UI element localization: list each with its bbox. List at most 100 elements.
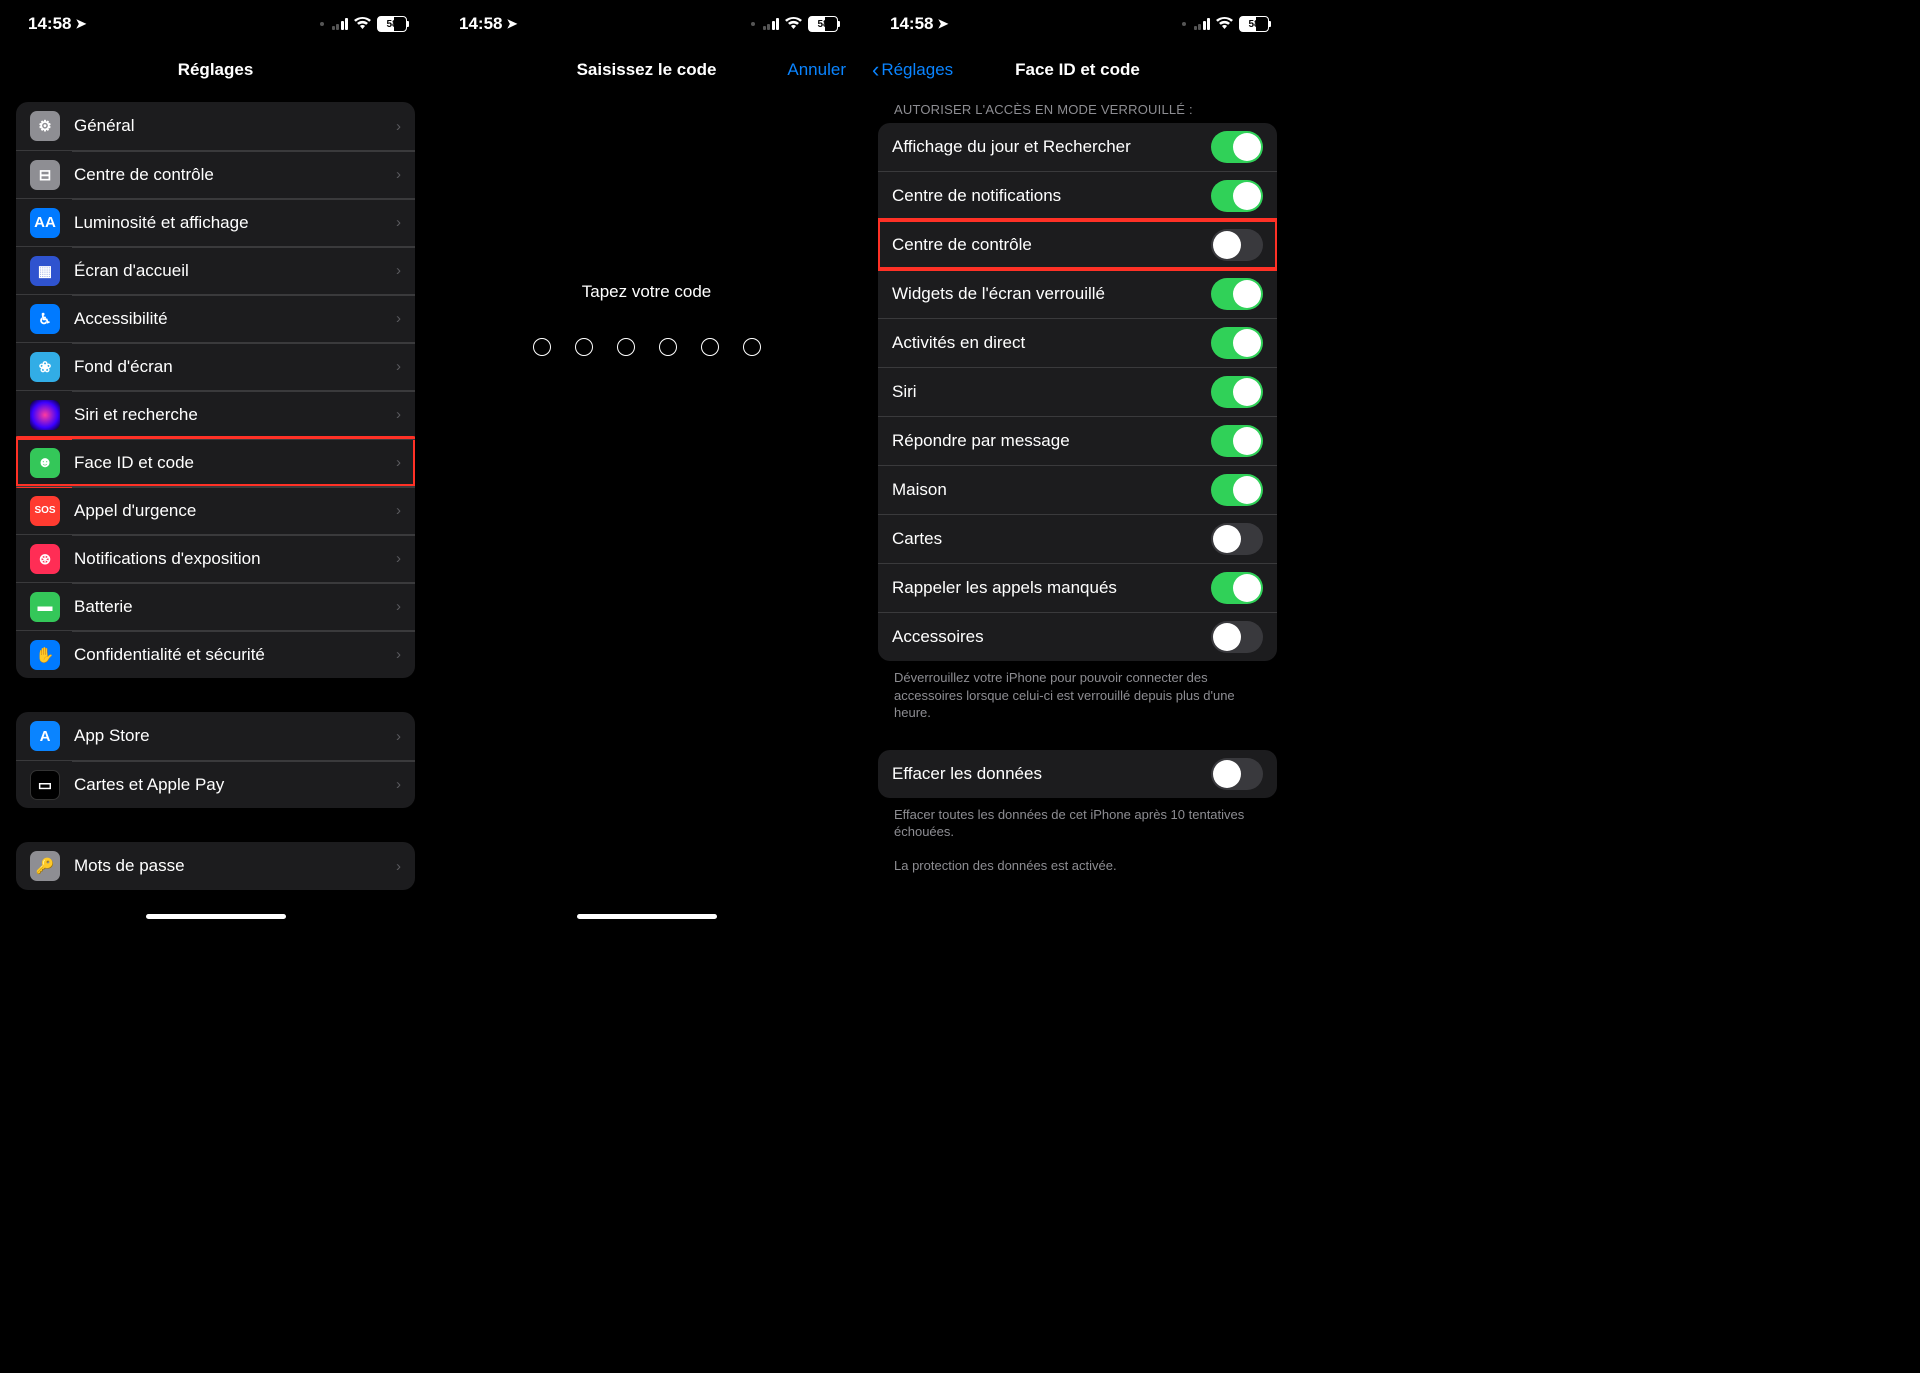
toggle-switch[interactable] [1211, 180, 1263, 212]
chevron-right-icon: › [396, 454, 401, 471]
settings-row-sos[interactable]: SOSAppel d'urgence› [16, 486, 415, 534]
wifi-icon [354, 16, 371, 32]
privacy-icon: ✋ [30, 640, 60, 670]
back-button[interactable]: ‹ Réglages [872, 57, 953, 83]
row-label: Général [74, 116, 396, 136]
battery-icon: 58 [1239, 16, 1269, 32]
toggle-row-missed[interactable]: Rappeler les appels manqués [878, 563, 1277, 612]
settings-row-exposure[interactable]: ⊛Notifications d'exposition› [16, 534, 415, 582]
toggle-row-wallet2[interactable]: Cartes [878, 514, 1277, 563]
settings-list: ⚙︎Général›⊟Centre de contrôle›AALuminosi… [0, 102, 431, 925]
toggle-row-reply[interactable]: Répondre par message [878, 416, 1277, 465]
toggle-switch[interactable] [1211, 523, 1263, 555]
toggle-switch[interactable] [1211, 278, 1263, 310]
toggle-switch[interactable] [1211, 229, 1263, 261]
passcode-dot [743, 338, 761, 356]
section-header-locked-access: AUTORISER L'ACCÈS EN MODE VERROUILLÉ : [878, 92, 1277, 123]
page-title: Réglages [178, 60, 254, 80]
chevron-right-icon: › [396, 776, 401, 793]
toggle-switch[interactable] [1211, 425, 1263, 457]
settings-row-passwords[interactable]: 🔑Mots de passe› [16, 842, 415, 890]
settings-row-display[interactable]: AALuminosité et affichage› [16, 198, 415, 246]
row-label: Siri et recherche [74, 405, 396, 425]
home-indicator[interactable] [146, 914, 286, 919]
exposure-icon: ⊛ [30, 544, 60, 574]
chevron-right-icon: › [396, 166, 401, 183]
toggle-switch[interactable] [1211, 758, 1263, 790]
row-label: Notifications d'exposition [74, 549, 396, 569]
row-label: Centre de contrôle [74, 165, 396, 185]
toggle-label: Widgets de l'écran verrouillé [892, 284, 1211, 304]
toggle-switch[interactable] [1211, 572, 1263, 604]
row-label: Appel d'urgence [74, 501, 396, 521]
screen-settings: 14:58 ➤ 58 Réglages ⚙︎Général›⊟Centre de… [0, 0, 431, 925]
chevron-right-icon: › [396, 728, 401, 745]
locked-access-group: Affichage du jour et RechercherCentre de… [878, 123, 1277, 661]
home-indicator[interactable] [577, 914, 717, 919]
toggle-switch[interactable] [1211, 376, 1263, 408]
wifi-icon [1216, 16, 1233, 32]
status-time: 14:58 [890, 14, 933, 34]
settings-row-wallpaper[interactable]: ❀Fond d'écran› [16, 342, 415, 390]
row-label: App Store [74, 726, 396, 746]
row-label: Luminosité et affichage [74, 213, 396, 233]
row-label: Face ID et code [74, 453, 396, 473]
screen-passcode: 14:58 ➤ 58 Saisissez le code Annuler Tap… [431, 0, 862, 925]
toggle-row-home[interactable]: Maison [878, 465, 1277, 514]
app-store-icon: A [30, 721, 60, 751]
toggle-row-live[interactable]: Activités en direct [878, 318, 1277, 367]
display-icon: AA [30, 208, 60, 238]
control-center-icon: ⊟ [30, 160, 60, 190]
toggle-erase-data[interactable]: Effacer les données [878, 750, 1277, 798]
general-icon: ⚙︎ [30, 111, 60, 141]
siri-icon [30, 400, 60, 430]
chevron-right-icon: › [396, 406, 401, 423]
toggle-row-acc[interactable]: Accessoires [878, 612, 1277, 661]
settings-row-privacy[interactable]: ✋Confidentialité et sécurité› [16, 630, 415, 678]
toggle-row-siri[interactable]: Siri [878, 367, 1277, 416]
settings-group: 🔑Mots de passe› [16, 842, 415, 890]
toggle-row-cc[interactable]: Centre de contrôle [878, 220, 1277, 269]
settings-row-home-screen[interactable]: ▦Écran d'accueil› [16, 246, 415, 294]
passcode-dots [533, 338, 761, 356]
chevron-right-icon: › [396, 598, 401, 615]
signal-bars-icon [332, 18, 349, 30]
settings-row-battery[interactable]: ▬Batterie› [16, 582, 415, 630]
settings-row-app-store[interactable]: A App Store› [16, 712, 415, 760]
settings-row-siri[interactable]: Siri et recherche› [16, 390, 415, 438]
signal-bars-icon [763, 18, 780, 30]
settings-group: ⚙︎Général›⊟Centre de contrôle›AALuminosi… [16, 102, 415, 678]
back-label: Réglages [881, 60, 953, 80]
row-label: Mots de passe [74, 856, 396, 876]
toggle-switch[interactable] [1211, 474, 1263, 506]
status-bar: 14:58 ➤ 58 [431, 0, 862, 48]
signal-dot-icon [751, 22, 755, 26]
passcode-dot [617, 338, 635, 356]
settings-row-control-center[interactable]: ⊟ Centre de contrôle› [16, 150, 415, 198]
toggle-label: Maison [892, 480, 1211, 500]
settings-row-accessibility[interactable]: ♿︎Accessibilité› [16, 294, 415, 342]
cancel-button[interactable]: Annuler [787, 60, 846, 80]
toggle-switch[interactable] [1211, 327, 1263, 359]
settings-group: AApp Store›▭Cartes et Apple Pay› [16, 712, 415, 808]
toggle-switch[interactable] [1211, 131, 1263, 163]
status-time: 14:58 [459, 14, 502, 34]
nav-bar: Saisissez le code Annuler [431, 48, 862, 92]
status-time: 14:58 [28, 14, 71, 34]
toggle-row-today[interactable]: Affichage du jour et Rechercher [878, 123, 1277, 171]
toggle-row-notif[interactable]: Centre de notifications [878, 171, 1277, 220]
location-icon: ➤ [937, 16, 948, 32]
settings-row-faceid[interactable]: ☻ Face ID et code› [16, 438, 415, 486]
toggle-label: Effacer les données [892, 764, 1211, 784]
toggle-row-widgets[interactable]: Widgets de l'écran verrouillé [878, 269, 1277, 318]
toggle-label: Accessoires [892, 627, 1211, 647]
chevron-right-icon: › [396, 858, 401, 875]
settings-row-wallet[interactable]: ▭Cartes et Apple Pay› [16, 760, 415, 808]
faceid-icon: ☻ [30, 448, 60, 478]
screen-faceid-code: 14:58 ➤ 58 ‹ Réglages Face ID et code AU… [862, 0, 1293, 925]
accessories-footer: Déverrouillez votre iPhone pour pouvoir … [878, 661, 1277, 722]
toggle-switch[interactable] [1211, 621, 1263, 653]
row-label: Fond d'écran [74, 357, 396, 377]
settings-row-general[interactable]: ⚙︎Général› [16, 102, 415, 150]
toggle-label: Rappeler les appels manqués [892, 578, 1211, 598]
